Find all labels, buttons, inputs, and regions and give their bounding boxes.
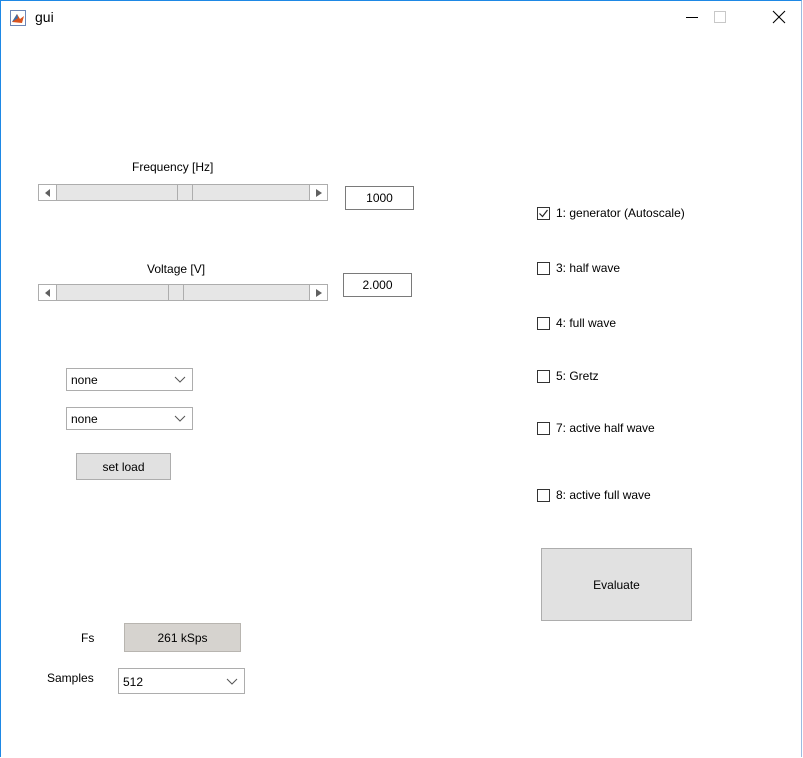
frequency-increase-arrow[interactable]	[309, 185, 327, 200]
check-generator-label: 1: generator (Autoscale)	[556, 206, 685, 220]
maximize-button[interactable]	[697, 1, 743, 33]
voltage-value: 2.000	[362, 278, 393, 292]
samples-value: 512	[123, 675, 144, 689]
voltage-slider-thumb[interactable]	[167, 284, 184, 301]
samples-label: Samples	[47, 671, 94, 685]
fs-value: 261 kSps	[157, 630, 208, 645]
check-gretz[interactable]: 5: Gretz	[537, 369, 599, 383]
load-dropdown-2-value: none	[71, 412, 98, 426]
voltage-slider[interactable]	[38, 284, 328, 301]
window-title: gui	[35, 9, 54, 25]
evaluate-label: Evaluate	[593, 577, 640, 592]
load-dropdown-1-value: none	[71, 373, 98, 387]
arrow-left-icon	[44, 288, 50, 297]
fs-display: 261 kSps	[124, 623, 241, 652]
voltage-decrease-arrow[interactable]	[39, 285, 57, 300]
check-half-wave[interactable]: 3: half wave	[537, 261, 620, 275]
chevron-down-icon	[174, 376, 186, 383]
check-active-full-wave[interactable]: 8: active full wave	[537, 488, 651, 502]
maximize-icon	[714, 11, 726, 23]
chevron-down-icon	[226, 678, 238, 685]
title-bar: gui	[1, 1, 801, 33]
fs-label: Fs	[81, 631, 95, 645]
checkmark-icon	[539, 209, 548, 217]
frequency-decrease-arrow[interactable]	[39, 185, 57, 200]
frequency-edit[interactable]: 1000	[345, 186, 414, 210]
voltage-label: Voltage [V]	[147, 262, 206, 276]
close-button[interactable]	[756, 1, 802, 33]
checkbox-5[interactable]	[537, 369, 550, 383]
set-load-button[interactable]: set load	[76, 453, 171, 480]
frequency-slider-thumb[interactable]	[177, 184, 194, 201]
frequency-value: 1000	[366, 191, 393, 205]
checkbox-8[interactable]	[537, 488, 550, 502]
set-load-label: set load	[102, 459, 145, 474]
arrow-right-icon	[315, 188, 322, 197]
check-full-wave[interactable]: 4: full wave	[537, 316, 616, 330]
checkbox-7[interactable]	[537, 421, 550, 435]
voltage-increase-arrow[interactable]	[309, 285, 327, 300]
check-active-half-wave[interactable]: 7: active half wave	[537, 421, 655, 435]
checkbox-4[interactable]	[537, 316, 550, 330]
frequency-label: Frequency [Hz]	[132, 160, 214, 174]
close-icon	[772, 10, 786, 24]
load-dropdown-1[interactable]: none	[66, 368, 193, 391]
app-window: gui Frequency [Hz] 1000 Voltage [V] 2.00…	[0, 0, 802, 757]
frequency-slider[interactable]	[38, 184, 328, 201]
check-active-full-wave-label: 8: active full wave	[556, 488, 651, 502]
arrow-left-icon	[44, 188, 50, 197]
samples-dropdown[interactable]: 512	[118, 668, 245, 694]
checkbox-1[interactable]	[537, 206, 550, 220]
chevron-down-icon	[174, 415, 186, 422]
checkbox-3[interactable]	[537, 261, 550, 275]
load-dropdown-2[interactable]: none	[66, 407, 193, 430]
voltage-edit[interactable]: 2.000	[343, 273, 412, 297]
evaluate-button[interactable]: Evaluate	[541, 548, 692, 621]
check-generator[interactable]: 1: generator (Autoscale)	[537, 206, 685, 220]
check-full-wave-label: 4: full wave	[556, 316, 617, 330]
check-half-wave-label: 3: half wave	[556, 261, 621, 275]
check-gretz-label: 5: Gretz	[556, 369, 599, 383]
check-active-half-wave-label: 7: active half wave	[556, 421, 655, 435]
arrow-right-icon	[315, 288, 322, 297]
matlab-icon	[10, 10, 26, 26]
